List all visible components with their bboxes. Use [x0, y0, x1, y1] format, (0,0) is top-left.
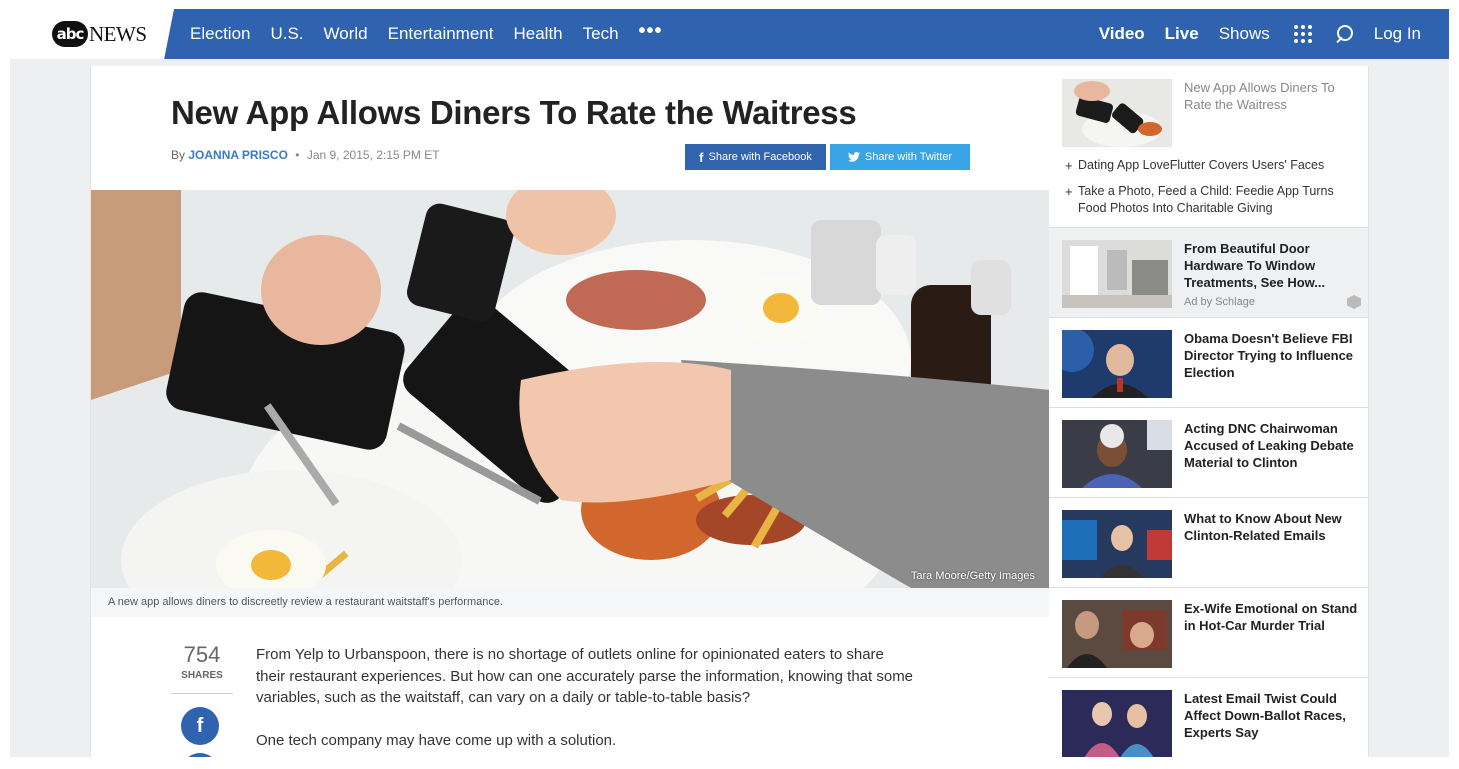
story-thumbnail[interactable]	[1062, 510, 1172, 578]
story-title[interactable]: Ex-Wife Emotional on Stand in Hot-Car Mu…	[1184, 600, 1362, 634]
logo-news: NEWS	[89, 21, 147, 46]
related-link[interactable]: + Take a Photo, Feed a Child: Feedie App…	[1065, 183, 1357, 217]
page-bottom-edge	[0, 757, 1459, 769]
logo-area[interactable]: abc NEWS	[10, 9, 174, 59]
sidebar-story[interactable]: What to Know About New Clinton-Related E…	[1049, 498, 1368, 588]
byline-by: By	[171, 148, 186, 162]
story-thumbnail[interactable]	[1062, 600, 1172, 668]
byline-separator: •	[295, 148, 300, 162]
sidebar-story[interactable]: Obama Doesn't Believe FBI Director Tryin…	[1049, 318, 1368, 408]
ad-sponsor: Ad by Schlage	[1184, 296, 1255, 308]
share-facebook-button[interactable]: f Share with Facebook	[685, 144, 826, 170]
ad-thumbnail[interactable]	[1062, 240, 1172, 308]
nav-item-tech[interactable]: Tech	[583, 24, 619, 44]
story-thumbnail[interactable]	[1050, 328, 1172, 398]
article-headline: New App Allows Diners To Rate the Waitre…	[171, 94, 857, 131]
related-link-text: Dating App LoveFlutter Covers Users' Fac…	[1078, 158, 1325, 172]
abc-news-logo[interactable]: abc NEWS	[52, 21, 147, 47]
current-story-thumbnail[interactable]	[1062, 79, 1172, 147]
sidebar: New App Allows Diners To Rate the Waitre…	[1049, 66, 1369, 757]
current-story-title[interactable]: New App Allows Diners To Rate the Waitre…	[1184, 79, 1359, 113]
apps-grid-icon[interactable]	[1293, 25, 1312, 43]
share-twitter-label: Share with Twitter	[864, 151, 953, 163]
article: New App Allows Diners To Rate the Waitre…	[90, 66, 1049, 757]
sidebar-story[interactable]: Acting DNC Chairwoman Accused of Leaking…	[1049, 408, 1368, 498]
author-link[interactable]: JOANNA PRISCO	[188, 148, 288, 162]
more-menu-icon[interactable]: •••	[639, 20, 663, 43]
story-title[interactable]: Acting DNC Chairwoman Accused of Leaking…	[1184, 420, 1362, 471]
paragraph: From Yelp to Urbanspoon, there is no sho…	[256, 646, 914, 706]
plus-icon: +	[1065, 184, 1073, 199]
ad-title[interactable]: From Beautiful Door Hardware To Window T…	[1184, 240, 1362, 291]
share-twitter-button[interactable]: Share with Twitter	[830, 144, 970, 170]
byline: By JOANNA PRISCO • Jan 9, 2015, 2:15 PM …	[171, 148, 440, 162]
hero-illustration	[91, 190, 1049, 588]
nav-sections: Election U.S. World Entertainment Health…	[190, 9, 663, 59]
search-icon[interactable]	[1334, 24, 1354, 44]
sidebar-story[interactable]: Latest Email Twist Could Affect Down-Bal…	[1049, 678, 1368, 757]
share-count: 754 SHARES	[171, 642, 233, 681]
nav-right: Video Live Shows Log In	[1079, 9, 1421, 59]
ad-choices-icon[interactable]	[1347, 295, 1361, 309]
nav-item-health[interactable]: Health	[513, 24, 562, 44]
nav-item-election[interactable]: Election	[190, 24, 250, 44]
current-story-card[interactable]: New App Allows Diners To Rate the Waitre…	[1049, 66, 1368, 228]
plus-icon: +	[1065, 158, 1073, 173]
related-link[interactable]: + Dating App LoveFlutter Covers Users' F…	[1065, 157, 1357, 174]
story-thumbnail[interactable]	[1062, 420, 1172, 488]
share-count-label: SHARES	[181, 670, 223, 681]
story-title[interactable]: What to Know About New Clinton-Related E…	[1184, 510, 1362, 544]
article-body: From Yelp to Urbanspoon, there is no sho…	[256, 644, 916, 757]
hero-image: Tara Moore/Getty Images	[91, 190, 1049, 588]
twitter-icon	[847, 150, 860, 165]
top-nav: abc NEWS Election U.S. World Entertainme…	[10, 9, 1449, 59]
page-frame: abc NEWS Election U.S. World Entertainme…	[10, 9, 1449, 757]
nav-live[interactable]: Live	[1165, 24, 1199, 44]
story-title[interactable]: Obama Doesn't Believe FBI Director Tryin…	[1184, 330, 1362, 381]
story-thumbnail[interactable]	[1062, 690, 1172, 757]
nav-video[interactable]: Video	[1099, 24, 1145, 44]
share-divider	[171, 693, 233, 694]
facebook-icon: f	[699, 149, 704, 165]
publish-date: Jan 9, 2015, 2:15 PM ET	[306, 148, 440, 162]
story-title[interactable]: Latest Email Twist Could Affect Down-Bal…	[1184, 690, 1362, 741]
nav-item-us[interactable]: U.S.	[270, 24, 303, 44]
nav-item-world[interactable]: World	[324, 24, 368, 44]
image-caption: A new app allows diners to discreetly re…	[91, 588, 1049, 617]
facebook-share-circle-icon[interactable]: f	[181, 707, 219, 745]
paragraph: One tech company may have come up with a…	[256, 731, 617, 749]
related-link-text: Take a Photo, Feed a Child: Feedie App T…	[1078, 184, 1334, 215]
login-link[interactable]: Log In	[1374, 24, 1421, 44]
share-count-number: 754	[183, 642, 221, 667]
nav-item-entertainment[interactable]: Entertainment	[388, 24, 494, 44]
nav-shows[interactable]: Shows	[1219, 24, 1270, 44]
sponsored-ad[interactable]: From Beautiful Door Hardware To Window T…	[1049, 228, 1368, 318]
share-facebook-label: Share with Facebook	[708, 151, 812, 163]
sidebar-story[interactable]: Ex-Wife Emotional on Stand in Hot-Car Mu…	[1049, 588, 1368, 678]
logo-abc: abc	[52, 21, 88, 47]
image-credit: Tara Moore/Getty Images	[910, 570, 1035, 582]
